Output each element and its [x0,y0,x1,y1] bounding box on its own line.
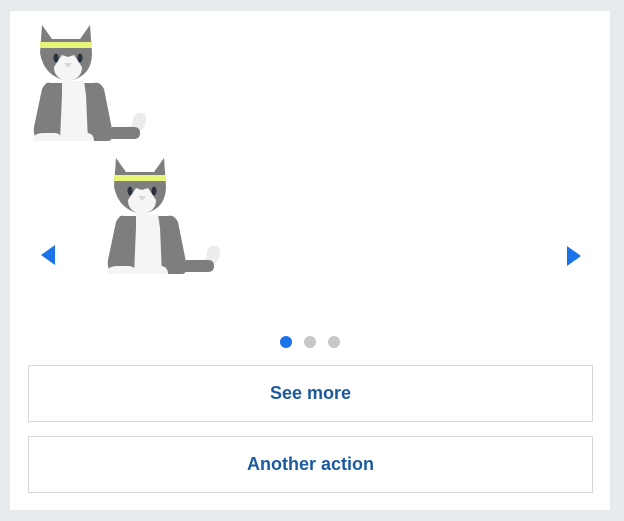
chevron-left-icon [41,245,55,265]
see-more-button[interactable]: See more [28,365,593,422]
carousel-dot-1[interactable] [280,336,292,348]
carousel-prev-button[interactable] [36,241,60,269]
carousel-next-button[interactable] [562,242,586,270]
carousel-dot-2[interactable] [304,336,316,348]
carousel-slide-cat-icon [107,158,220,274]
chevron-right-icon [567,246,581,266]
card: See more Another action [10,11,610,510]
see-more-label: See more [269,383,352,403]
another-action-label: Another action [246,454,374,474]
cat-with-headband-icon [33,25,146,141]
carousel-dot-3[interactable] [328,336,340,348]
carousel-pagination [10,336,610,348]
another-action-button[interactable]: Another action [28,436,593,493]
